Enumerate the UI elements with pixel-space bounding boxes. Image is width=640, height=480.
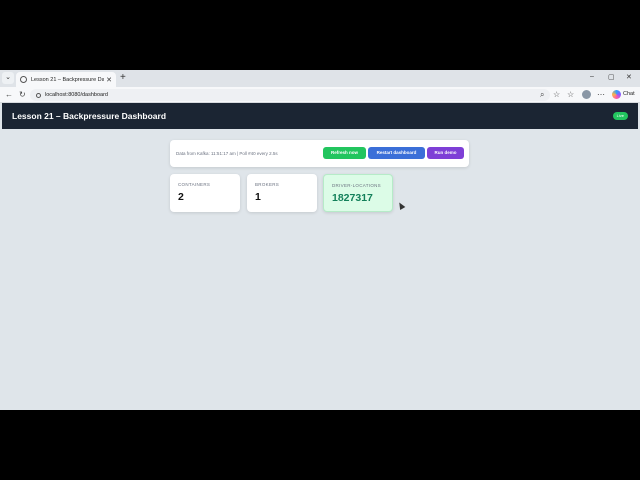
metric-value: 1 <box>255 191 261 203</box>
tab-title: Lesson 21 – Backpressure Dashbo <box>31 76 105 83</box>
zoom-icon[interactable]: ⌕ <box>540 90 544 100</box>
url-text: localhost:8080/dashboard <box>45 92 108 98</box>
live-status-badge: Live <box>612 112 628 120</box>
minimize-button[interactable]: – <box>590 73 594 80</box>
favorite-icon[interactable]: ☆ <box>553 90 560 100</box>
address-bar[interactable]: localhost:8080/dashboard <box>30 89 550 101</box>
tab-actions-menu-icon[interactable]: ⌄ <box>2 72 14 84</box>
profile-avatar[interactable] <box>582 90 591 99</box>
site-info-icon[interactable] <box>36 92 41 98</box>
run-demo-button[interactable]: Run demo <box>427 147 464 159</box>
control-panel: Data from Kafka: 11:51:17 am | Poll #40 … <box>170 140 469 167</box>
metric-value: 1827317 <box>332 192 373 204</box>
metric-label: CONTAINERS <box>178 182 211 187</box>
tab-strip: ⌄ Lesson 21 – Backpressure Dashbo ✕ + – … <box>0 70 640 87</box>
containers-card: CONTAINERS 2 <box>170 174 240 212</box>
restart-dashboard-button[interactable]: Restart dashboard <box>368 147 425 159</box>
copilot-icon[interactable] <box>612 90 621 99</box>
browser-toolbar: ← ↻ localhost:8080/dashboard ⌕ ☆ ☆ ⋯ Cha… <box>0 87 640 103</box>
metric-label: DRIVER-LOCATIONS <box>332 183 381 188</box>
maximize-button[interactable]: ▢ <box>608 73 615 81</box>
new-tab-button[interactable]: + <box>120 72 126 84</box>
chat-label[interactable]: Chat <box>623 91 635 97</box>
driver-locations-card: DRIVER-LOCATIONS 1827317 <box>323 174 393 212</box>
metric-value: 2 <box>178 191 184 203</box>
page-title: Lesson 21 – Backpressure Dashboard <box>12 111 167 121</box>
more-options-icon[interactable]: ⋯ <box>597 90 605 100</box>
mouse-cursor-icon <box>396 200 406 211</box>
metric-label: BROKERS <box>255 182 280 187</box>
back-icon[interactable]: ← <box>5 90 13 100</box>
brokers-card: BROKERS 1 <box>247 174 317 212</box>
reload-icon[interactable]: ↻ <box>19 90 26 100</box>
tab-close-icon[interactable]: ✕ <box>106 76 112 84</box>
globe-icon <box>20 76 27 83</box>
poll-status-text: Data from Kafka: 11:51:17 am | Poll #40 … <box>176 151 278 156</box>
browser-window: ⌄ Lesson 21 – Backpressure Dashbo ✕ + – … <box>0 70 640 410</box>
app-header: Lesson 21 – Backpressure Dashboard Live <box>2 103 638 129</box>
close-window-button[interactable]: ✕ <box>626 73 632 81</box>
browser-tab[interactable]: Lesson 21 – Backpressure Dashbo ✕ <box>16 72 116 87</box>
refresh-now-button[interactable]: Refresh now <box>323 147 366 159</box>
favorites-bar-icon[interactable]: ☆ <box>567 90 574 100</box>
